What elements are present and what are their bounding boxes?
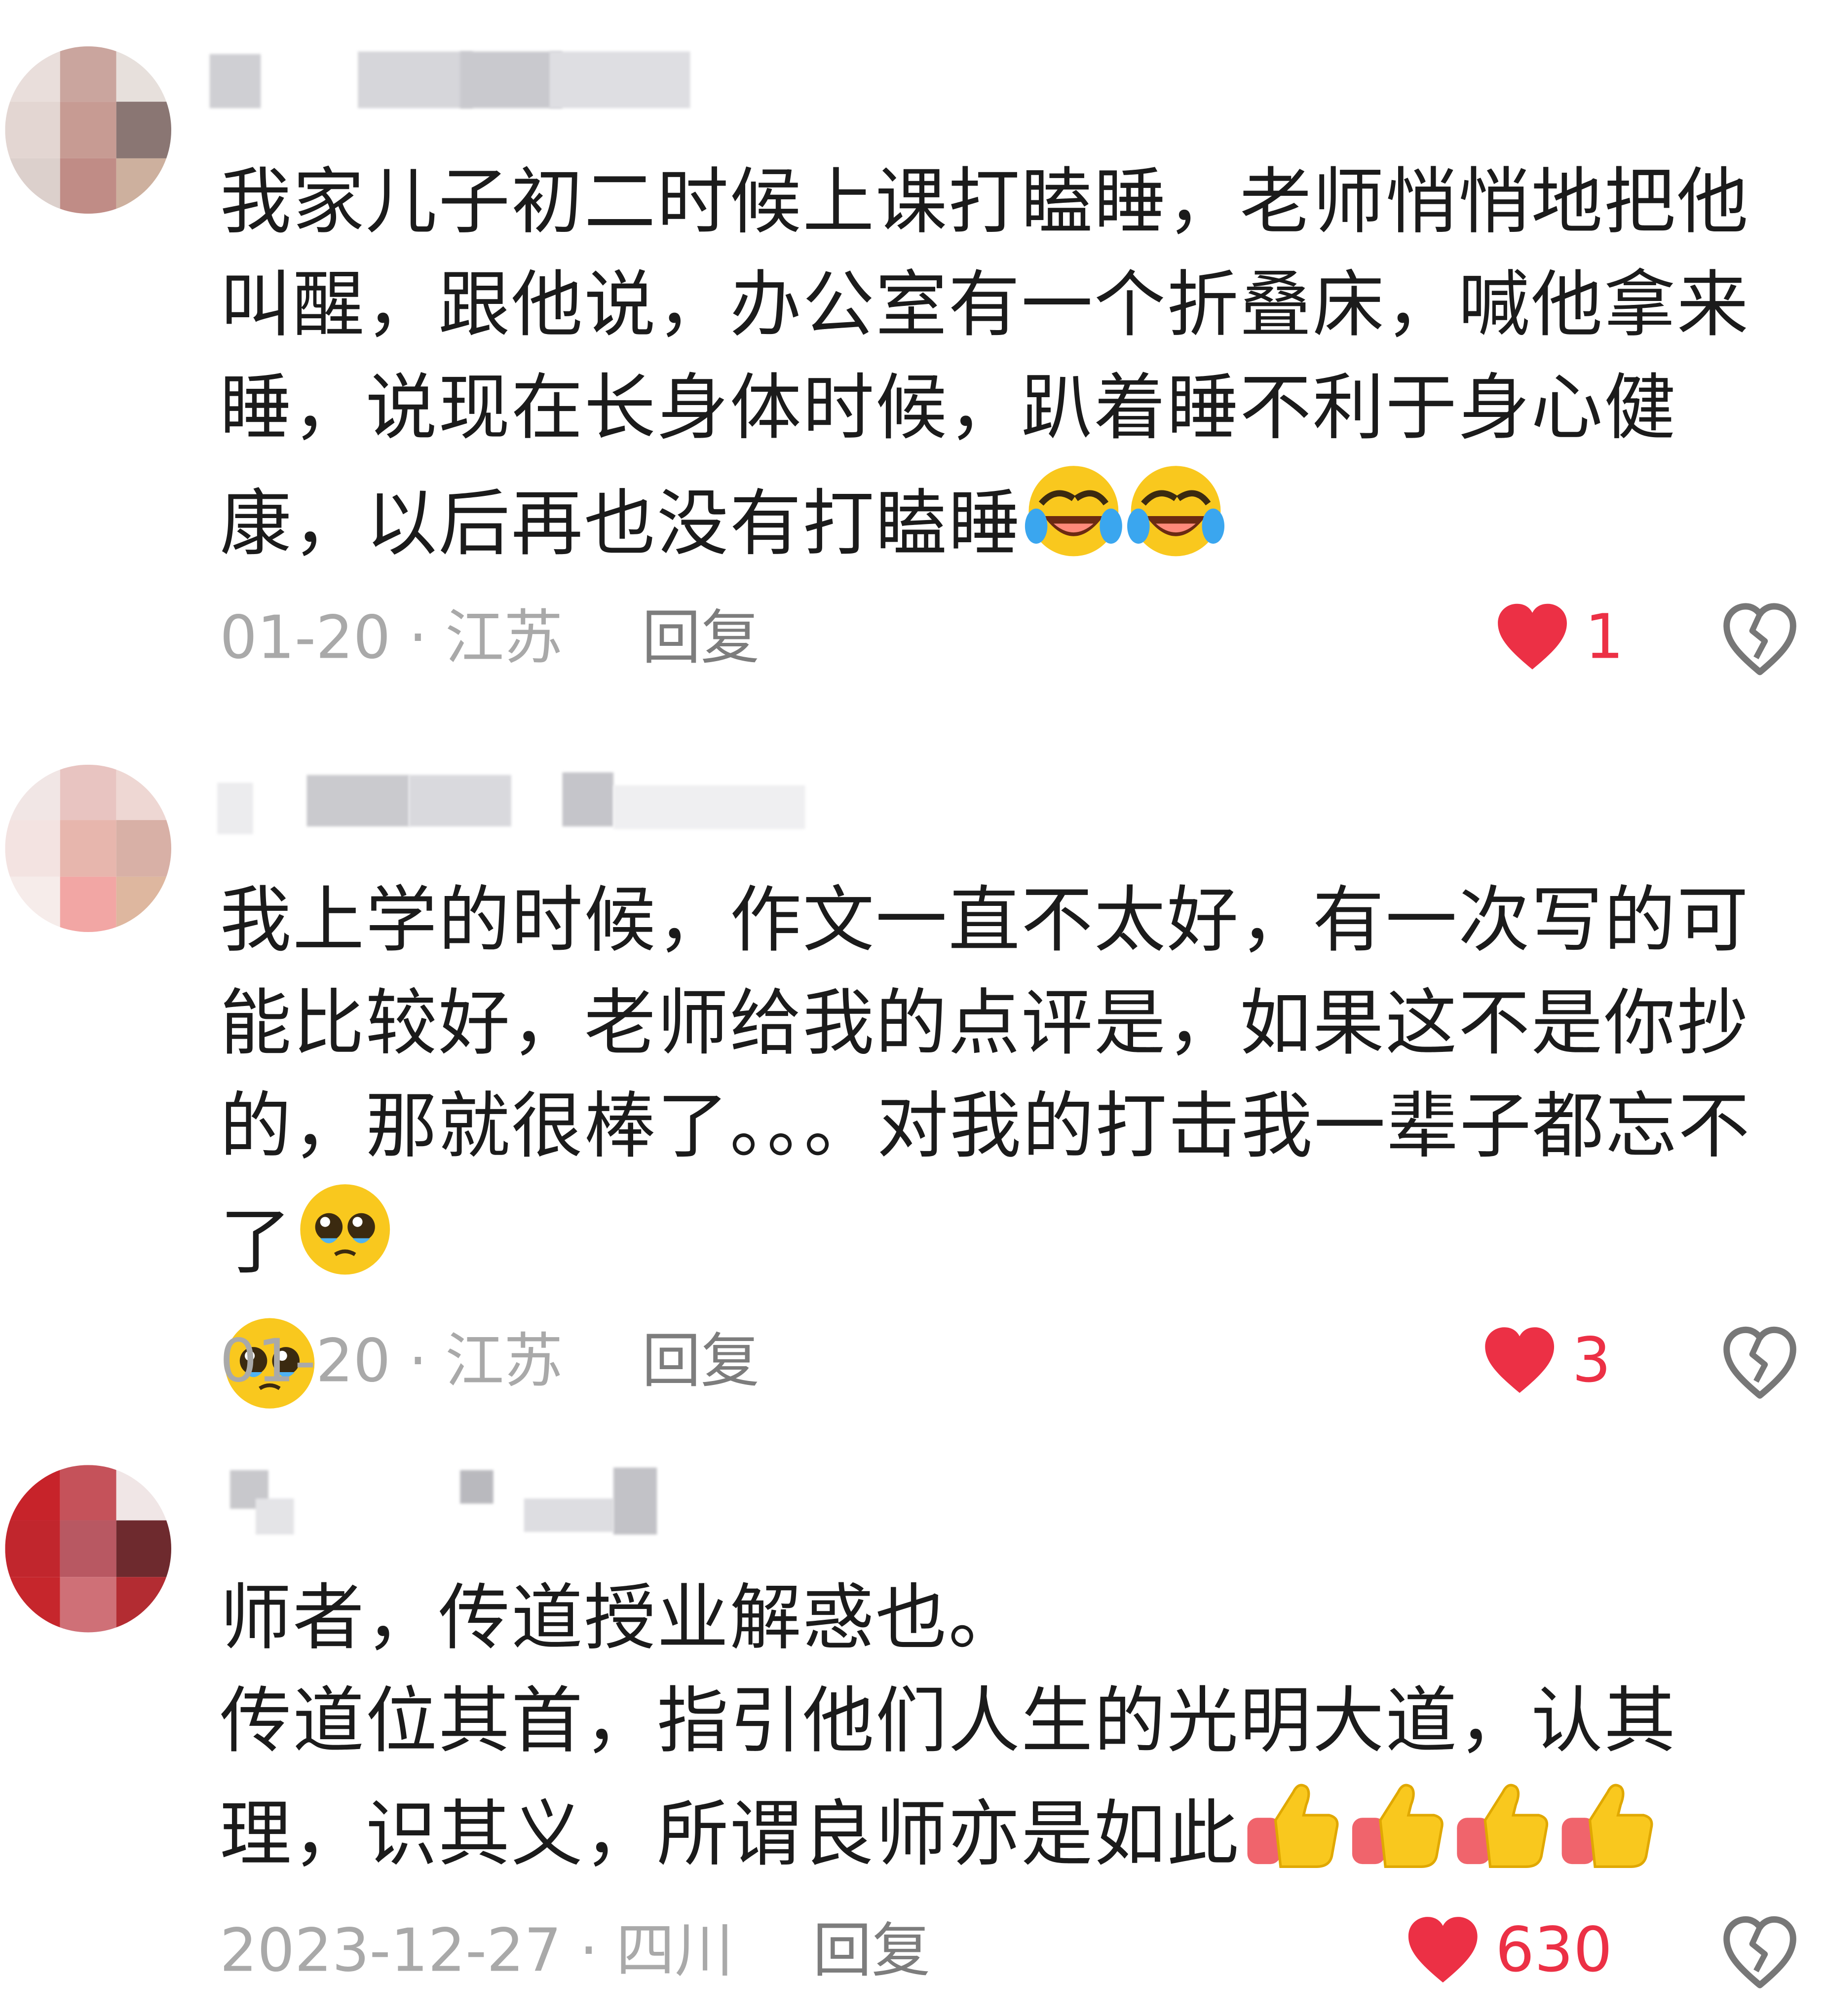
comment-list: 我家儿子初二时候上课打瞌睡，老师悄悄地把他叫醒，跟他说，办公室有一个折叠床，喊他…	[0, 0, 1825, 2016]
comment-text-content: 我上学的时候，作文一直不太好，有一次写的可能比较好，老师给我的点评是，如果这不是…	[220, 879, 1751, 1285]
heart-icon	[1485, 1327, 1555, 1393]
meta-separator: ·	[408, 1326, 427, 1396]
avatar[interactable]	[5, 764, 171, 933]
heart-icon	[1498, 603, 1567, 670]
thumbs-up-emoji-icon	[1347, 1774, 1449, 1900]
reply-button[interactable]: 回复	[813, 1915, 930, 1985]
broken-heart-icon[interactable]	[1720, 600, 1800, 680]
comment-text: 师者，传道授业解惑也。 传道位其首，指引他们人生的光明大道，认其理，识其义，所谓…	[220, 1568, 1787, 1900]
comment-meta: 01-20 · 江苏 回复	[220, 1316, 760, 1406]
like-count: 3	[1572, 1324, 1611, 1397]
thumbs-up-emoji-icon	[1452, 1774, 1554, 1900]
comment-date: 01-20	[220, 602, 391, 672]
broken-heart-icon[interactable]	[1720, 1323, 1800, 1403]
comment-meta: 2023-12-27 · 四川 回复	[220, 1905, 930, 1996]
comment-location: 江苏	[445, 1326, 563, 1396]
laughing-crying-emoji-icon	[1126, 461, 1226, 590]
comment-location: 四川	[616, 1915, 734, 1985]
reply-button[interactable]: 回复	[642, 1326, 760, 1395]
comment-date: 2023-12-27	[220, 1915, 562, 1985]
comment-meta: 01-20 · 江苏 回复	[220, 592, 760, 682]
heart-icon	[1408, 1917, 1478, 1983]
like-count: 1	[1585, 601, 1624, 673]
pleading-face-emoji-icon	[295, 1179, 395, 1308]
comment-date: 01-20	[220, 1326, 391, 1396]
like-button[interactable]: 630	[1406, 1905, 1613, 1996]
username-blurred[interactable]	[204, 1462, 869, 1553]
comment-location: 江苏	[445, 602, 563, 672]
thumbs-up-emoji-icon	[1242, 1774, 1344, 1900]
avatar[interactable]	[5, 46, 171, 214]
avatar[interactable]	[5, 1465, 171, 1633]
username-blurred[interactable]	[204, 759, 869, 850]
comment-text-content: 我家儿子初二时候上课打瞌睡，老师悄悄地把他叫醒，跟他说，办公室有一个折叠床，喊他…	[220, 161, 1750, 567]
like-count: 630	[1495, 1914, 1613, 1986]
like-button[interactable]: 1	[1495, 592, 1624, 682]
thumbs-up-emoji-icon	[1557, 1774, 1659, 1900]
comment-text: 我家儿子初二时候上课打瞌睡，老师悄悄地把他叫醒，跟他说，办公室有一个折叠床，喊他…	[220, 152, 1787, 590]
username-blurred[interactable]	[204, 38, 869, 129]
meta-separator: ·	[408, 602, 427, 672]
like-button[interactable]: 3	[1483, 1316, 1611, 1406]
laughing-crying-emoji-icon	[1024, 461, 1123, 590]
reply-button[interactable]: 回复	[642, 602, 760, 672]
broken-heart-icon[interactable]	[1720, 1913, 1800, 1993]
meta-separator: ·	[579, 1915, 598, 1985]
